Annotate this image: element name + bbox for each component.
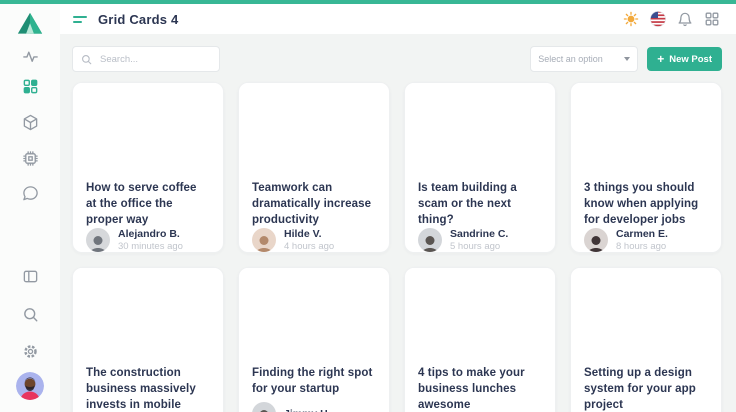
chat-icon (22, 185, 39, 202)
post-title[interactable]: Is team building a scam or the next thin… (405, 180, 555, 228)
post-author-row: Jimmy H. (239, 402, 389, 412)
author-avatar (418, 228, 442, 252)
page-title: Grid Cards 4 (98, 12, 178, 27)
post-card[interactable]: Setting up a design system for your app … (570, 267, 722, 412)
sidebar-item-system[interactable] (22, 150, 39, 167)
author-avatar (584, 228, 608, 252)
gear-icon (22, 343, 39, 360)
header-actions (623, 11, 720, 27)
post-title[interactable]: The construction business massively inve… (73, 365, 223, 412)
header: Grid Cards 4 (60, 4, 736, 34)
post-card[interactable]: 4 tips to make your business lunches awe… (404, 267, 556, 412)
toolbar-right: Select an option + New Post (530, 46, 722, 72)
search-icon (22, 306, 39, 323)
main-content: Select an option + New Post How to serve… (60, 34, 736, 412)
post-image-placeholder (571, 83, 721, 180)
post-time: 4 hours ago (284, 241, 334, 252)
sidebar-item-activity[interactable] (22, 48, 39, 65)
post-author-row: Hilde V. 4 hours ago (239, 228, 389, 253)
post-image-placeholder (73, 268, 223, 365)
us-flag-icon (650, 11, 666, 27)
apps-grid-icon (704, 11, 720, 27)
cpu-icon (22, 150, 39, 167)
sidebar (0, 4, 61, 412)
sidebar-item-settings[interactable] (22, 343, 39, 360)
activity-icon (22, 48, 39, 65)
author-name: Sandrine C. (450, 228, 508, 240)
post-author-row: Alejandro B. 30 minutes ago (73, 228, 223, 253)
sidebar-item-grid-cards[interactable] (22, 78, 39, 95)
new-post-button[interactable]: + New Post (647, 47, 722, 71)
sidebar-user-avatar[interactable] (16, 372, 44, 400)
author-name: Alejandro B. (118, 228, 183, 240)
new-post-label: New Post (669, 54, 712, 65)
post-image-placeholder (405, 83, 555, 180)
app-logo-icon[interactable] (17, 12, 43, 36)
theme-toggle[interactable] (623, 11, 639, 27)
apps-menu-button[interactable] (704, 11, 720, 27)
search-input[interactable] (98, 53, 211, 66)
plus-icon: + (657, 53, 664, 65)
sidebar-item-chat[interactable] (22, 185, 39, 202)
post-title[interactable]: Finding the right spot for your startup (239, 365, 389, 397)
post-title[interactable]: How to serve coffee at the office the pr… (73, 180, 223, 228)
chevron-down-icon (624, 57, 630, 61)
sidebar-item-components[interactable] (22, 114, 39, 131)
bell-icon (677, 11, 693, 27)
post-card[interactable]: Is team building a scam or the next thin… (404, 82, 556, 253)
post-image-placeholder (239, 83, 389, 180)
user-avatar (16, 372, 44, 400)
sidebar-item-layouts[interactable] (22, 268, 39, 285)
author-name: Carmen E. (616, 228, 668, 240)
language-selector[interactable] (650, 11, 666, 27)
author-name: Jimmy H. (284, 408, 331, 412)
grid-icon (22, 78, 39, 95)
sidebar-item-search[interactable] (22, 306, 39, 323)
post-author-row: Sandrine C. 5 hours ago (405, 228, 555, 253)
hamburger-icon[interactable] (73, 16, 87, 23)
post-image-placeholder (239, 268, 389, 365)
post-image-placeholder (73, 83, 223, 180)
notifications-button[interactable] (677, 11, 693, 27)
post-title[interactable]: 4 tips to make your business lunches awe… (405, 365, 555, 412)
post-time: 8 hours ago (616, 241, 668, 252)
post-time: 5 hours ago (450, 241, 508, 252)
filter-select-value: Select an option (538, 54, 603, 64)
author-avatar (252, 228, 276, 252)
post-title[interactable]: Teamwork can dramatically increase produ… (239, 180, 389, 228)
post-card[interactable]: How to serve coffee at the office the pr… (72, 82, 224, 253)
author-avatar (86, 228, 110, 252)
post-title[interactable]: Setting up a design system for your app … (571, 365, 721, 412)
post-card[interactable]: 3 things you should know when applying f… (570, 82, 722, 253)
filter-select[interactable]: Select an option (530, 46, 638, 72)
post-card[interactable]: The construction business massively inve… (72, 267, 224, 412)
post-card[interactable]: Finding the right spot for your startup … (238, 267, 390, 412)
layout-icon (22, 268, 39, 285)
post-title[interactable]: 3 things you should know when applying f… (571, 180, 721, 228)
post-image-placeholder (571, 268, 721, 365)
toolbar: Select an option + New Post (60, 34, 736, 72)
post-card-grid: How to serve coffee at the office the pr… (60, 72, 736, 412)
post-time: 30 minutes ago (118, 241, 183, 252)
post-author-row: Carmen E. 8 hours ago (571, 228, 721, 253)
sun-icon (623, 11, 639, 27)
box-icon (22, 114, 39, 131)
post-card[interactable]: Teamwork can dramatically increase produ… (238, 82, 390, 253)
author-name: Hilde V. (284, 228, 334, 240)
search-box[interactable] (72, 46, 220, 72)
search-icon (81, 54, 92, 65)
author-avatar (252, 402, 276, 412)
post-image-placeholder (405, 268, 555, 365)
